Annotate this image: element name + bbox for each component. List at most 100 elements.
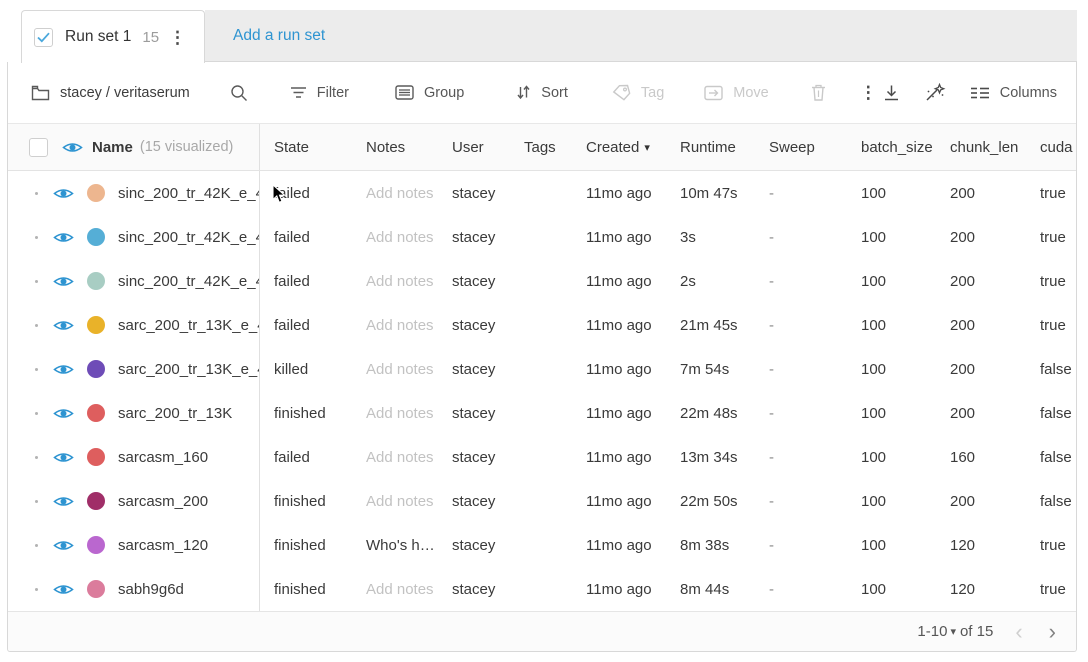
next-page-button[interactable]: › [1045,621,1060,643]
eye-visibility-icon[interactable] [53,494,74,509]
run-color-dot[interactable] [87,228,105,246]
run-color-dot[interactable] [87,316,105,334]
notes-cell[interactable]: Add notes [352,581,438,598]
run-color-dot[interactable] [87,360,105,378]
column-header-tags[interactable]: Tags [510,139,572,156]
chunk-len-cell: 200 [936,405,1026,422]
move-label: Move [733,85,768,101]
drag-handle[interactable] [35,544,38,547]
column-header-user[interactable]: User [438,139,510,156]
run-color-dot[interactable] [87,492,105,510]
notes-cell[interactable]: Add notes [352,405,438,422]
magic-wand-button[interactable] [924,83,946,103]
drag-handle[interactable] [35,456,38,459]
notes-cell[interactable]: Add notes [352,493,438,510]
run-color-dot[interactable] [87,184,105,202]
tab-strip: Add a run set [205,10,1077,62]
eye-visibility-icon[interactable] [53,318,74,333]
run-name-link[interactable]: sinc_200_tr_42K_e_4 [118,229,259,246]
drag-handle[interactable] [35,192,38,195]
run-name-link[interactable]: sarc_200_tr_13K [118,405,232,422]
search-button[interactable] [230,84,248,102]
sort-button[interactable]: Sort [516,85,568,101]
move-button: Move [704,85,768,101]
notes-cell[interactable]: Add notes [352,449,438,466]
eye-visibility-icon[interactable] [53,186,74,201]
column-header-state[interactable]: State [260,139,352,156]
chunk-len-cell: 200 [936,361,1026,378]
table-row: sarc_200_tr_13K_e_4killedAdd notesstacey… [8,347,1076,391]
run-set-checkbox[interactable] [34,28,53,47]
page-size-selector[interactable]: 1-10 ▾ of 15 [917,623,993,640]
run-name-link[interactable]: sarc_200_tr_13K_e_4 [118,317,259,334]
table-row: sinc_200_tr_42K_e_4failedAdd notesstacey… [8,215,1076,259]
column-header-batch_size[interactable]: batch_size [847,139,936,156]
drag-handle[interactable] [35,588,38,591]
trash-icon [811,84,826,101]
filter-button[interactable]: Filter [290,85,349,101]
run-name-link[interactable]: sarc_200_tr_13K_e_4 [118,361,259,378]
run-color-dot[interactable] [87,580,105,598]
page-total: of 15 [960,623,993,640]
add-run-set-link[interactable]: Add a run set [233,27,325,45]
run-color-dot[interactable] [87,448,105,466]
drag-handle[interactable] [35,324,38,327]
eye-visibility-icon[interactable] [53,582,74,597]
eye-visibility-icon[interactable] [53,274,74,289]
column-header-created[interactable]: Created▾ [572,139,666,156]
export-button[interactable] [883,84,900,101]
run-color-dot[interactable] [87,272,105,290]
state-cell: failed [260,449,352,466]
project-selector[interactable]: stacey / veritaserum [31,85,190,101]
drag-handle[interactable] [35,236,38,239]
run-name-link[interactable]: sinc_200_tr_42K_e_4 [118,273,259,290]
eye-visibility-icon[interactable] [53,538,74,553]
page-range: 1-10 [917,623,947,640]
eye-visibility-icon[interactable] [53,230,74,245]
notes-cell[interactable]: Add notes [352,317,438,334]
column-header-runtime[interactable]: Runtime [666,139,755,156]
tag-button: Tag [612,84,664,101]
filter-icon [290,86,307,99]
drag-handle[interactable] [35,412,38,415]
notes-cell[interactable]: Who's h… [352,537,438,554]
select-all-checkbox[interactable] [29,138,48,157]
run-color-dot[interactable] [87,404,105,422]
tab-run-set-1[interactable]: Run set 1 15 ⋮ [21,10,205,63]
notes-cell[interactable]: Add notes [352,361,438,378]
drag-handle[interactable] [35,280,38,283]
columns-button[interactable]: Columns [970,85,1057,101]
column-header-sweep[interactable]: Sweep [755,139,847,156]
notes-cell[interactable]: Add notes [352,185,438,202]
name-column-header[interactable]: Name [92,139,133,156]
group-button[interactable]: Group [395,85,464,101]
run-color-dot[interactable] [87,536,105,554]
notes-cell[interactable]: Add notes [352,273,438,290]
column-header-chunk_len[interactable]: chunk_len [936,139,1026,156]
eye-visibility-icon[interactable] [53,450,74,465]
chunk-len-cell: 200 [936,185,1026,202]
runtime-cell: 22m 50s [666,493,755,510]
tab-kebab-menu-icon[interactable]: ⋮ [163,25,192,50]
toolbar-kebab-menu-icon[interactable]: ⋮ [854,80,883,105]
column-header-cuda[interactable]: cuda [1026,139,1078,156]
run-name-link[interactable]: sabh9g6d [118,581,184,598]
notes-cell[interactable]: Add notes [352,229,438,246]
eye-visibility-icon[interactable] [62,140,83,155]
batch-size-cell: 100 [847,361,936,378]
run-name-link[interactable]: sarcasm_160 [118,449,208,466]
batch-size-cell: 100 [847,405,936,422]
run-name-link[interactable]: sarcasm_120 [118,537,208,554]
drag-handle[interactable] [35,368,38,371]
tab-gap [7,10,21,62]
run-name-link[interactable]: sarcasm_200 [118,493,208,510]
run-name-link[interactable]: sinc_200_tr_42K_e_4 [118,185,259,202]
user-cell: stacey [438,493,510,510]
table-row: sarcasm_200finishedAdd notesstacey11mo a… [8,479,1076,523]
user-cell: stacey [438,581,510,598]
eye-visibility-icon[interactable] [53,406,74,421]
eye-visibility-icon[interactable] [53,362,74,377]
search-icon [230,84,248,102]
drag-handle[interactable] [35,500,38,503]
column-header-notes[interactable]: Notes [352,139,438,156]
